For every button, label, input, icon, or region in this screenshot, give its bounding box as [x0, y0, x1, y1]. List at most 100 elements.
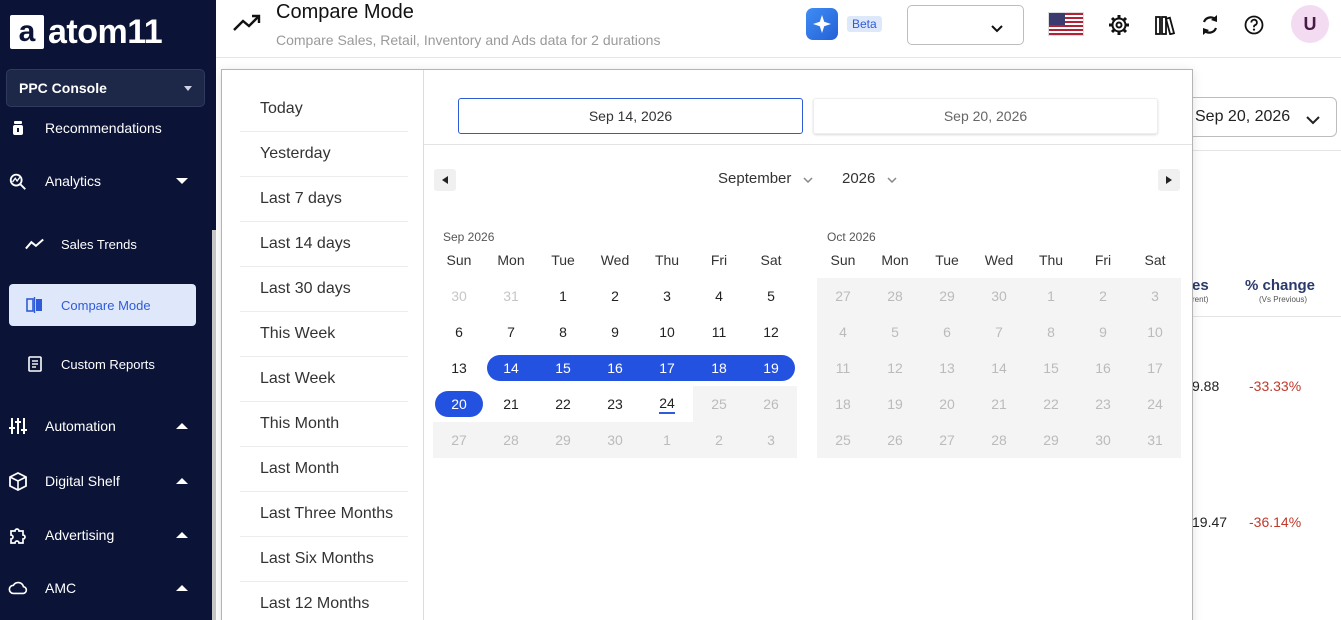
calendar-day[interactable]: 18: [693, 350, 745, 386]
sidebar-item-recommendations[interactable]: Recommendations: [0, 108, 212, 148]
preset-option[interactable]: Last 30 days: [240, 267, 408, 312]
preset-option[interactable]: Last 12 Months: [240, 582, 408, 620]
calendar-day[interactable]: 31: [485, 278, 537, 314]
calendar-day[interactable]: 30: [1077, 422, 1129, 458]
calendar-day[interactable]: 4: [693, 278, 745, 314]
calendar-day[interactable]: 12: [745, 314, 797, 350]
calendar-day[interactable]: 11: [817, 350, 869, 386]
calendar-day[interactable]: 24: [641, 386, 693, 422]
calendar-day[interactable]: 8: [537, 314, 589, 350]
calendar-day[interactable]: 2: [589, 278, 641, 314]
calendar-day[interactable]: 3: [1129, 278, 1181, 314]
library-icon[interactable]: [1154, 13, 1178, 37]
prev-month-button[interactable]: [434, 169, 456, 191]
start-date-input[interactable]: Sep 14, 2026: [458, 98, 803, 134]
calendar-day[interactable]: 23: [1077, 386, 1129, 422]
calendar-day[interactable]: 23: [589, 386, 641, 422]
month-select[interactable]: September: [718, 170, 813, 187]
ai-assistant-button[interactable]: [806, 8, 838, 40]
sidebar-scrollbar[interactable]: [212, 230, 216, 620]
compare-date-input[interactable]: Sep 20, 2026: [1185, 97, 1337, 137]
preset-option[interactable]: Today: [240, 87, 408, 132]
us-flag-icon[interactable]: [1048, 12, 1084, 36]
calendar-day[interactable]: 15: [537, 350, 589, 386]
calendar-day[interactable]: 29: [1025, 422, 1077, 458]
console-select[interactable]: PPC Console: [6, 69, 205, 107]
sidebar-item-analytics[interactable]: Analytics: [0, 161, 212, 201]
calendar-day[interactable]: 21: [973, 386, 1025, 422]
calendar-day[interactable]: 10: [641, 314, 693, 350]
calendar-day[interactable]: 26: [745, 386, 797, 422]
calendar-day[interactable]: 10: [1129, 314, 1181, 350]
sidebar-item-automation[interactable]: Automation: [0, 406, 212, 446]
calendar-day[interactable]: 28: [973, 422, 1025, 458]
preset-option[interactable]: Last 14 days: [240, 222, 408, 267]
calendar-day[interactable]: 25: [817, 422, 869, 458]
calendar-day[interactable]: 26: [869, 422, 921, 458]
calendar-day[interactable]: 6: [921, 314, 973, 350]
calendar-day[interactable]: 19: [869, 386, 921, 422]
year-select[interactable]: 2026: [842, 170, 897, 187]
calendar-day[interactable]: 30: [973, 278, 1025, 314]
calendar-day[interactable]: 19: [745, 350, 797, 386]
calendar-day[interactable]: 12: [869, 350, 921, 386]
sidebar-subitem-compare-mode[interactable]: Compare Mode: [9, 284, 196, 326]
account-select[interactable]: [907, 5, 1024, 45]
calendar-day[interactable]: 13: [433, 350, 485, 386]
help-icon[interactable]: [1242, 13, 1266, 37]
calendar-day[interactable]: 8: [1025, 314, 1077, 350]
calendar-day[interactable]: 30: [589, 422, 641, 458]
calendar-day[interactable]: 17: [641, 350, 693, 386]
calendar-day[interactable]: 17: [1129, 350, 1181, 386]
preset-option[interactable]: This Week: [240, 312, 408, 357]
calendar-day[interactable]: 14: [973, 350, 1025, 386]
calendar-day[interactable]: 29: [537, 422, 589, 458]
calendar-day[interactable]: 1: [1025, 278, 1077, 314]
calendar-day[interactable]: 2: [693, 422, 745, 458]
calendar-day[interactable]: 7: [973, 314, 1025, 350]
calendar-day[interactable]: 2: [1077, 278, 1129, 314]
calendar-day[interactable]: 13: [921, 350, 973, 386]
next-month-button[interactable]: [1158, 169, 1180, 191]
calendar-day[interactable]: 22: [1025, 386, 1077, 422]
calendar-day[interactable]: 4: [817, 314, 869, 350]
sidebar-subitem-sales-trends[interactable]: Sales Trends: [9, 223, 196, 265]
calendar-day[interactable]: 20: [921, 386, 973, 422]
calendar-day[interactable]: 9: [1077, 314, 1129, 350]
calendar-day[interactable]: 5: [745, 278, 797, 314]
calendar-day[interactable]: 9: [589, 314, 641, 350]
calendar-day[interactable]: 14: [485, 350, 537, 386]
sidebar-subitem-custom-reports[interactable]: Custom Reports: [9, 343, 196, 385]
sidebar-item-amc[interactable]: AMC: [0, 568, 212, 608]
calendar-day[interactable]: 25: [693, 386, 745, 422]
calendar-day[interactable]: 31: [1129, 422, 1181, 458]
preset-option[interactable]: Last 7 days: [240, 177, 408, 222]
preset-option[interactable]: Last Three Months: [240, 492, 408, 537]
calendar-day[interactable]: 22: [537, 386, 589, 422]
user-avatar[interactable]: U: [1291, 5, 1329, 43]
preset-option[interactable]: This Month: [240, 402, 408, 447]
preset-option[interactable]: Last Week: [240, 357, 408, 402]
calendar-day[interactable]: 1: [641, 422, 693, 458]
calendar-day[interactable]: 24: [1129, 386, 1181, 422]
calendar-day[interactable]: 30: [433, 278, 485, 314]
calendar-day[interactable]: 16: [589, 350, 641, 386]
calendar-day[interactable]: 3: [641, 278, 693, 314]
calendar-day[interactable]: 5: [869, 314, 921, 350]
calendar-day[interactable]: 21: [485, 386, 537, 422]
brand-logo[interactable]: a atom11: [10, 13, 163, 51]
calendar-day[interactable]: 3: [745, 422, 797, 458]
calendar-day[interactable]: 18: [817, 386, 869, 422]
sync-icon[interactable]: [1198, 13, 1222, 37]
calendar-day[interactable]: 28: [869, 278, 921, 314]
calendar-day[interactable]: 11: [693, 314, 745, 350]
preset-option[interactable]: Last Month: [240, 447, 408, 492]
preset-option[interactable]: Last Six Months: [240, 537, 408, 582]
sidebar-item-digital-shelf[interactable]: Digital Shelf: [0, 461, 212, 501]
calendar-day[interactable]: 6: [433, 314, 485, 350]
calendar-day[interactable]: 16: [1077, 350, 1129, 386]
preset-option[interactable]: Yesterday: [240, 132, 408, 177]
calendar-day[interactable]: 7: [485, 314, 537, 350]
calendar-day[interactable]: 29: [921, 278, 973, 314]
calendar-day[interactable]: 20: [433, 386, 485, 422]
